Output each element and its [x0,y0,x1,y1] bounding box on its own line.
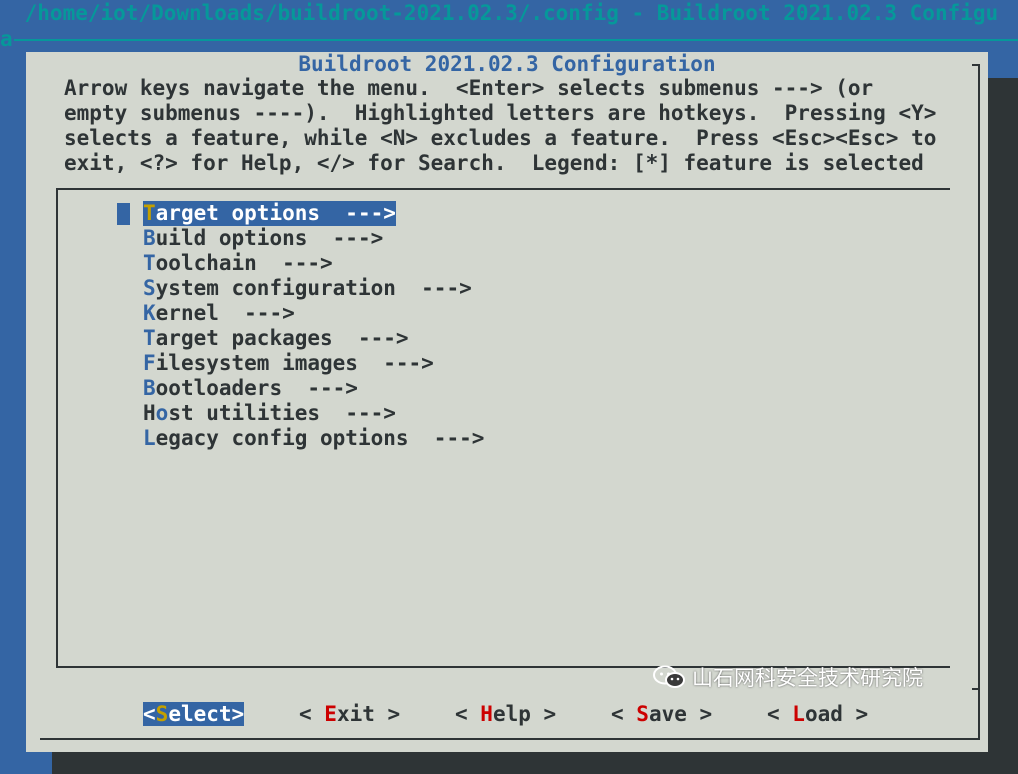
select-button[interactable]: <Select> [143,702,245,726]
button-hotkey: L [792,702,805,726]
menu-label: arget options ---> [155,201,396,225]
watermark: 山石网科安全技术研究院 [652,662,923,692]
menu-hotkey: T [143,326,156,350]
dialog-shadow-bottom [52,752,1018,774]
load-button[interactable]: < Load > [767,702,868,726]
button-hotkey: H [480,702,493,726]
menu-hotkey: o [155,401,169,425]
menu-item-kernel[interactable]: Kernel ---> [143,301,295,326]
menu-label: arget packages ---> [155,326,409,350]
menu-item-filesystem-images[interactable]: Filesystem images ---> [143,351,434,376]
button-hotkey: E [324,702,337,726]
menu-hotkey: B [143,376,156,400]
menu-label: oolchain ---> [155,251,333,275]
menu-item-toolchain[interactable]: Toolchain ---> [143,251,333,276]
menu-hotkey: K [143,301,156,325]
menu-cursor [117,203,130,225]
dialog-border-right [978,64,980,740]
window-title-wrap: a [0,27,13,51]
help-line: selects a feature, while <N> excludes a … [64,126,937,150]
help-button[interactable]: < Help > [455,702,556,726]
menu-label: ilesystem images ---> [155,351,434,375]
window-title: /home/iot/Downloads/buildroot-2021.02.3/… [12,1,999,25]
menu-label-prefix: H [143,401,156,425]
title-rule [14,39,1018,41]
watermark-text: 山石网科安全技术研究院 [692,666,923,690]
menu-item-build-options[interactable]: Build options ---> [143,226,383,251]
dialog-shadow-right [986,78,1018,774]
menu-item-legacy-config-options[interactable]: Legacy config options ---> [143,426,484,451]
help-text: Arrow keys navigate the menu. <Enter> se… [64,76,936,176]
help-line: empty submenus ----). Highlighted letter… [64,101,937,125]
menu-label: ernel ---> [155,301,295,325]
menu-item-bootloaders[interactable]: Bootloaders ---> [143,376,358,401]
menu-hotkey: S [143,276,156,300]
dialog-border-corner-bottom [972,688,980,690]
menu-hotkey: L [143,426,156,450]
config-dialog: Buildroot 2021.02.3 Configuration Arrow … [26,52,988,752]
menu-hotkey: B [143,226,156,250]
menu-item-system-configuration[interactable]: System configuration ---> [143,276,472,301]
menu-hotkey: F [143,351,156,375]
menu-label: ystem configuration ---> [155,276,472,300]
menu-label: st utilities ---> [168,401,396,425]
wechat-icon [653,665,685,688]
help-line: exit, <?> for Help, </> for Search. Lege… [64,151,924,175]
dialog-title: Buildroot 2021.02.3 Configuration [298,52,716,76]
dialog-border-bottom [40,738,980,740]
menu-hotkey: T [143,251,156,275]
exit-button[interactable]: < Exit > [299,702,400,726]
menu-label: ootloaders ---> [155,376,358,400]
menu-item-host-utilities[interactable]: Host utilities ---> [143,401,396,426]
menu-label: uild options ---> [155,226,384,250]
save-button[interactable]: < Save > [611,702,712,726]
button-hotkey: S [636,702,649,726]
menu-item-target-packages[interactable]: Target packages ---> [143,326,409,351]
menu-hotkey: T [143,201,156,225]
button-hotkey: S [155,702,169,726]
help-line: Arrow keys navigate the menu. <Enter> se… [64,76,874,100]
dialog-border-corner-top [972,64,980,66]
menu-label: egacy config options ---> [155,426,485,450]
menu-item-target-options[interactable]: Target options ---> [143,201,396,226]
